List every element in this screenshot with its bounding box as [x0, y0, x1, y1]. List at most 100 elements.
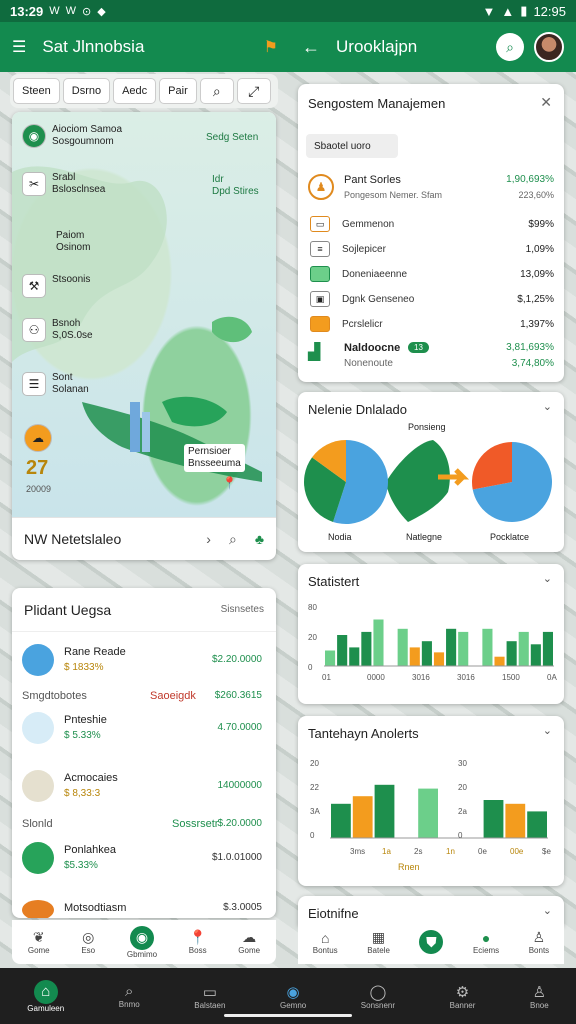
- gesture-handle[interactable]: [224, 1014, 352, 1017]
- nav-eso[interactable]: ◎ Eso: [81, 929, 95, 955]
- map-pin-icon[interactable]: 📍: [222, 476, 237, 490]
- orange-icon: [22, 900, 54, 918]
- shield-icon: ⛊: [419, 930, 444, 954]
- sheet-row[interactable]: ≡ Sojlepicer 1,09%: [310, 239, 554, 259]
- bar1-bar: [458, 631, 469, 666]
- sys-nav-chat[interactable]: ◯ Sonsnenr: [361, 983, 395, 1010]
- map-item-5[interactable]: ⚇ Bsnoh S,0S.0se: [22, 318, 93, 342]
- sheet-title: Sengostem Manajemen: [308, 96, 446, 111]
- list-card-subtitle[interactable]: Sisnsetes: [221, 604, 264, 615]
- chevron-down-icon[interactable]: ⌄: [543, 904, 552, 917]
- sys-nav-search[interactable]: ⌕ Bnmo: [119, 983, 140, 1009]
- map-footer-title[interactable]: NW Netetslaleo: [24, 531, 188, 547]
- list-item-name: Slonld: [22, 818, 53, 830]
- list-item-value: 4.70.0000: [217, 722, 263, 733]
- chip-aedc[interactable]: Aedc: [113, 78, 157, 104]
- weather-icon[interactable]: ☁: [24, 424, 52, 452]
- sheet-row[interactable]: Pcrslelicr 1,397%: [310, 314, 554, 334]
- map-flag-icon[interactable]: ⚑: [264, 37, 278, 57]
- chip-dsrno[interactable]: Dsrno: [62, 78, 111, 104]
- pin-icon: 📍: [188, 929, 207, 945]
- bar1-bar: [433, 652, 445, 666]
- sheet-row-label: Gemmenon: [342, 218, 395, 230]
- bar1-bar: [530, 644, 541, 666]
- list-item-value: $2.20.0000: [211, 654, 262, 665]
- management-sheet: Sengostem Manajemen ✕ Sbaotel uoro ♟ Pan…: [298, 84, 564, 382]
- sheet-row[interactable]: Doneniaeenne 13,09%: [310, 264, 554, 284]
- expand-icon[interactable]: ⤢: [236, 78, 271, 104]
- group-icon: ⚇: [22, 318, 46, 342]
- dot-icon: ●: [481, 929, 491, 946]
- search-icon[interactable]: ⌕: [199, 78, 234, 104]
- wifi-icon: ▼: [482, 3, 496, 19]
- bar2-xtick: 3ms: [350, 847, 365, 856]
- nav-bonts[interactable]: ♙ Bonts: [529, 929, 549, 955]
- map-callout[interactable]: Pernsioer Bnsseeuma: [184, 444, 245, 472]
- list-item-value: 14000000: [217, 780, 263, 791]
- nav-bontus[interactable]: ⌂ Bontus: [313, 930, 338, 955]
- list-item-value: $.20.0000: [217, 818, 263, 829]
- nav-batele[interactable]: ▦ Batele: [367, 929, 390, 955]
- map-item-6[interactable]: ☰ Sont Solanan: [22, 372, 89, 396]
- bar2-ytick-right: 20: [458, 783, 467, 792]
- chip-steen[interactable]: Steen: [13, 78, 60, 104]
- sheet-row[interactable]: ▭ Gemmenon $99%: [310, 214, 554, 234]
- menu-icon[interactable]: ☰: [12, 37, 26, 57]
- indonesia-map[interactable]: ◉ Aiociom Samoa Sosgoumnom ✂ Srabl Bsloscl…: [12, 112, 276, 517]
- bar-chart-2: 20 22 3A 0 30 20 2a 0 3ms 1a 2s 1n 0e 00e $e: [310, 759, 551, 856]
- bar1-bar: [494, 656, 505, 666]
- bottom-sub: Nonenoute: [344, 358, 393, 369]
- map-item-sub: S,0S.0se: [52, 330, 93, 341]
- nav-boss[interactable]: 📍 Boss: [189, 929, 207, 955]
- sheet-row[interactable]: ▣ Dgnk Genseneo $,1,25%: [310, 289, 554, 309]
- sys-nav-profile[interactable]: ♙ Bnoe: [530, 983, 549, 1010]
- sheet-row-value: $,1,25%: [517, 293, 554, 305]
- nav-label: Gome: [27, 946, 50, 955]
- back-arrow-icon[interactable]: ←: [302, 37, 320, 58]
- sys-nav-inbox[interactable]: ▭ Balstaen: [194, 983, 225, 1010]
- nav-gome-2[interactable]: ☁ Gome: [238, 929, 260, 955]
- chip-pair[interactable]: Pair: [159, 78, 197, 104]
- bar1-bar: [361, 631, 372, 666]
- nav-label: Bonts: [528, 946, 550, 955]
- list-item-sub: $ 1833%: [64, 662, 104, 673]
- map-item-1[interactable]: ◉ Aiociom Samoa Sosgoumnom: [22, 124, 122, 148]
- home-icon: ⌂: [33, 979, 58, 1004]
- map-item-4[interactable]: ⚒ Stsoonis: [22, 274, 90, 298]
- map-item-label: Bsnoh: [52, 318, 81, 329]
- nav-gbmimo[interactable]: ◉ Gbmimo: [127, 925, 157, 959]
- bar2-xtick: 1n: [446, 847, 455, 856]
- map-item-3[interactable]: Paiom Osinom: [22, 230, 90, 254]
- chevron-right-icon[interactable]: ›: [206, 531, 211, 547]
- sheet-search[interactable]: Sbaotel uoro: [306, 134, 398, 158]
- map-card: ◉ Aiociom Samoa Sosgoumnom ✂ Srabl Bsloscl…: [12, 112, 276, 560]
- map-item-sub: Solanan: [52, 384, 89, 395]
- bar2-ytick-right: 30: [458, 759, 467, 768]
- sys-nav-location[interactable]: ◉ Gemno: [280, 983, 306, 1010]
- map-item-2[interactable]: ✂ Srabl Bslosclnsea: [22, 172, 105, 196]
- nav-eciems[interactable]: ● Eciems: [473, 930, 499, 955]
- bar2-bar: [331, 803, 351, 838]
- person-icon: ♙: [532, 929, 546, 945]
- person-icon: ♟: [308, 174, 334, 200]
- big-number: 27: [26, 457, 49, 479]
- nav-gome[interactable]: ❦ Gome: [28, 929, 50, 955]
- close-icon[interactable]: ✕: [540, 94, 552, 111]
- sheet-row-value: 13,09%: [520, 268, 554, 280]
- inbox-icon: ▭: [202, 983, 217, 1001]
- sys-nav-settings[interactable]: ⚙ Banner: [450, 983, 476, 1010]
- list-item-sub: Saoeigdk: [150, 690, 196, 702]
- featured-row[interactable]: ♟ Pant Sorles Pongesom Nemer. Sfam 1,90,…: [308, 172, 554, 206]
- sheet-bottom-row[interactable]: ▟ Naldoocne 13 Nonenoute 3,81,693% 3,74,…: [308, 340, 554, 374]
- search-icon[interactable]: ⌕: [496, 33, 524, 61]
- sys-nav-home[interactable]: ⌂ Gamuleen: [27, 979, 64, 1013]
- map-item-sub: Sosgoumnom: [52, 136, 114, 147]
- nav-label: Bontus: [312, 945, 338, 955]
- tree-icon[interactable]: ♣: [255, 531, 264, 547]
- bar1-bar: [373, 619, 384, 666]
- avatar[interactable]: [534, 32, 564, 62]
- bar1-xtick: 01: [322, 673, 331, 682]
- search-icon[interactable]: ⌕: [229, 531, 237, 548]
- bar1-bar: [518, 631, 529, 666]
- nav-center[interactable]: ⛊: [419, 930, 444, 954]
